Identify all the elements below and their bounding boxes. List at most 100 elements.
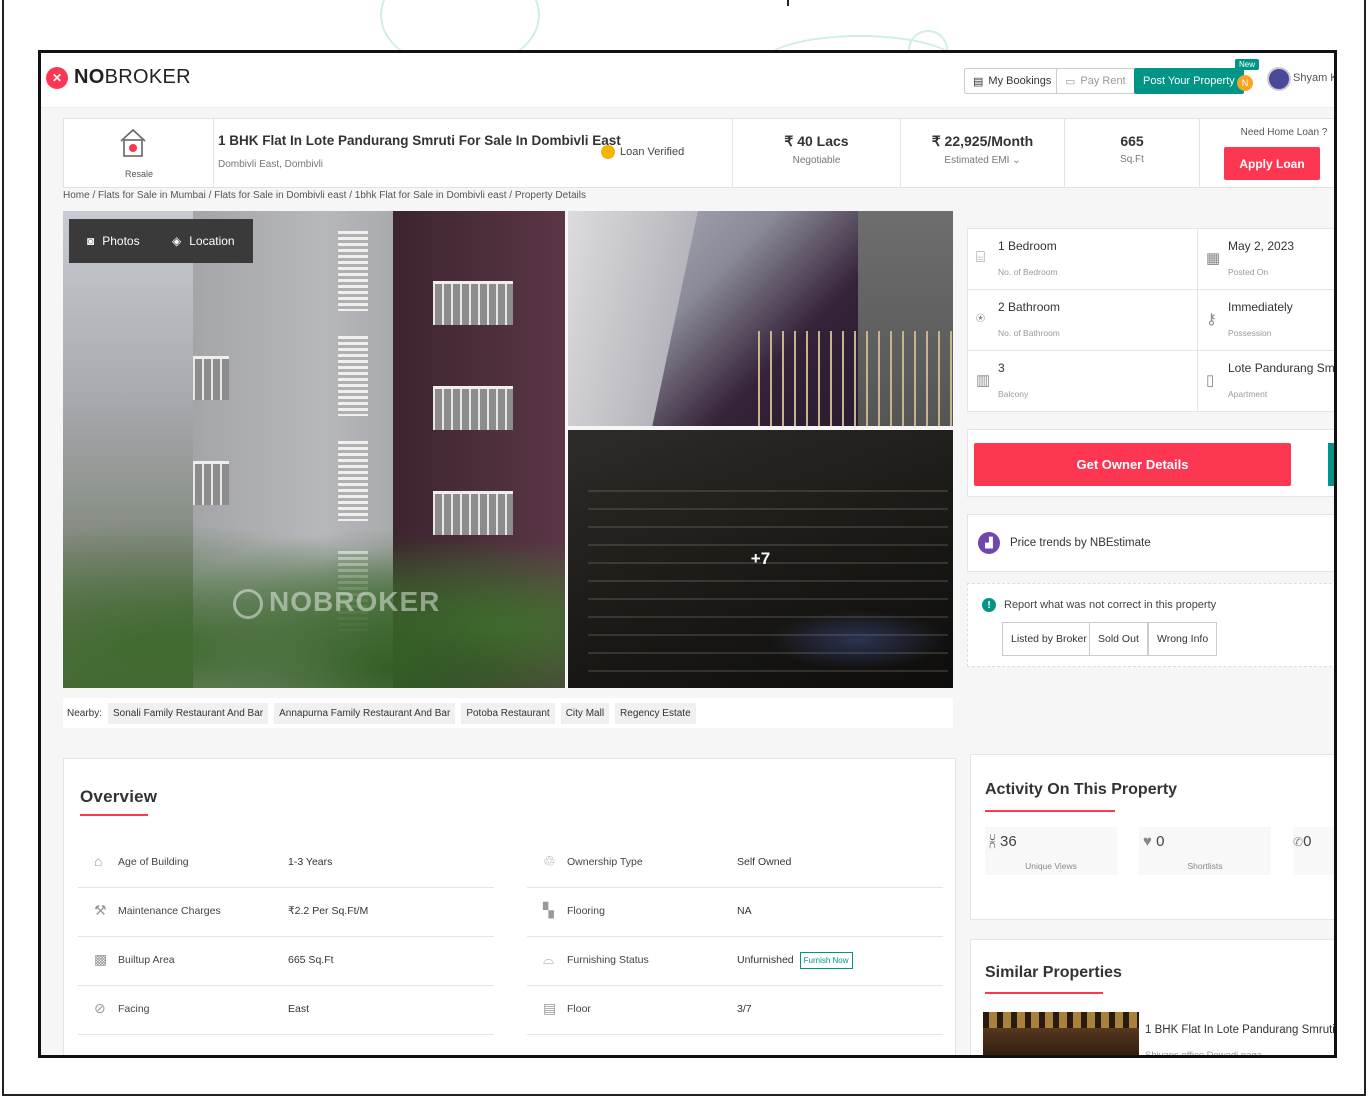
key-icon: ⚷ — [1206, 311, 1217, 328]
stat-value: ⩈ 36 — [989, 833, 1017, 850]
new-badge: New — [1235, 59, 1260, 70]
overview-value: NA — [737, 905, 752, 917]
spec-possession: ⚷ Immediately Possession — [1198, 290, 1334, 351]
main-photo[interactable]: NOBROKER ◙ Photos ◈ Location — [63, 211, 565, 688]
similar-property-name[interactable]: 1 BHK Flat In Lote Pandurang Smruti For … — [1145, 1024, 1334, 1036]
post-property-label: Post Your Property — [1143, 75, 1235, 87]
spec-posted-on: ▦ May 2, 2023 Posted On — [1198, 229, 1334, 290]
logo-text: NOBROKER — [74, 66, 191, 88]
spec-label: No. of Bedroom — [998, 267, 1058, 277]
location-button[interactable]: ◈ Location — [154, 219, 253, 263]
alert-icon: ! — [982, 598, 996, 612]
secondary-action-button[interactable] — [1328, 443, 1334, 486]
price-value: ₹ 40 Lacs — [784, 133, 849, 149]
location-label: Location — [189, 234, 235, 248]
overview-label: Floor — [567, 1003, 591, 1015]
overview-label: Ownership Type — [567, 856, 643, 868]
spec-value: 3 — [998, 361, 1005, 375]
phone-icon: ✆ — [1293, 835, 1304, 849]
compass-icon: ◈ — [172, 234, 182, 248]
price-trends-box[interactable]: ▟ Price trends by NBEstimate — [967, 514, 1334, 572]
overview-row: ▚ Flooring NA — [527, 888, 943, 937]
similar-property-thumbnail[interactable] — [983, 1012, 1139, 1055]
stat-label: Unique Views — [1025, 861, 1077, 871]
overview-label: Flooring — [567, 905, 605, 917]
username[interactable]: Shyam Kaj — [1293, 72, 1334, 84]
title-underline — [80, 814, 148, 816]
photos-label: Photos — [102, 234, 140, 248]
activity-title: Activity On This Property — [985, 781, 1178, 798]
camera-icon: ◙ — [87, 234, 95, 248]
spec-value: 2 Bathroom — [998, 300, 1061, 314]
resale-tag: Resale — [124, 169, 153, 179]
shortlists-stat: ♥ 0 Shortlists — [1139, 827, 1271, 875]
spec-label: Possession — [1228, 328, 1272, 338]
my-bookings-label: My Bookings — [988, 75, 1052, 87]
home-loan-question: Need Home Loan ? — [1240, 127, 1328, 138]
spec-value: 1 Bedroom — [998, 239, 1057, 253]
pay-rent-label: Pay Rent — [1080, 75, 1126, 87]
area-icon: ▩ — [94, 951, 108, 967]
flooring-icon: ▚ — [543, 902, 554, 918]
spec-label: Posted On — [1228, 267, 1269, 277]
building-icon: ▯ — [1206, 372, 1215, 389]
report-heading-label: Report what was not correct in this prop… — [1004, 599, 1217, 611]
emi-note: Estimated EMI ⌄ — [944, 155, 1021, 166]
overview-value: 3/7 — [737, 1003, 752, 1015]
balcony-image — [433, 386, 513, 430]
nearby-chip[interactable]: Regency Estate — [615, 702, 696, 724]
emi-cell[interactable]: ₹ 22,925/Month Estimated EMI ⌄ — [901, 119, 1065, 187]
property-title: 1 BHK Flat In Lote Pandurang Smruti For … — [218, 133, 621, 148]
balcony-image — [193, 356, 229, 400]
overview-section: Overview ⌂ Age of Building 1-3 Years ♲ O… — [63, 758, 956, 1055]
spec-balcony: ▥ 3 Balcony — [968, 351, 1198, 412]
maintenance-icon: ⚒ — [94, 902, 107, 918]
overview-row: ♲ Ownership Type Self Owned — [527, 839, 943, 888]
get-owner-details-button[interactable]: Get Owner Details — [974, 443, 1291, 486]
more-photos-count: +7 — [750, 549, 771, 568]
compass-icon: ⊘ — [94, 1000, 106, 1016]
wrong-info-button[interactable]: Wrong Info — [1148, 622, 1218, 656]
wall-image — [568, 211, 698, 426]
spec-value: Immediately — [1228, 300, 1293, 314]
overview-row: ⊘ Facing East — [78, 986, 494, 1035]
overview-label: Builtup Area — [118, 954, 175, 966]
owner-details-box: Get Owner Details — [967, 429, 1334, 497]
balcony-image — [433, 281, 513, 325]
overview-value: ₹2.2 Per Sq.Ft/M — [288, 905, 369, 917]
nobroker-logo[interactable]: ✕ NOBROKER — [46, 66, 191, 89]
louver-image — [338, 336, 368, 416]
furnish-now-button[interactable]: Furnish Now — [799, 952, 853, 969]
nearby-chip[interactable]: Potoba Restaurant — [461, 702, 555, 724]
building-age-icon: ⌂ — [94, 853, 103, 869]
sold-out-button[interactable]: Sold Out — [1089, 622, 1148, 656]
balcony-icon: ▥ — [976, 372, 991, 389]
breadcrumb[interactable]: Home / Flats for Sale in Mumbai / Flats … — [63, 190, 586, 201]
overview-value: Self Owned — [737, 856, 792, 868]
listed-by-broker-button[interactable]: Listed by Broker — [1002, 622, 1096, 656]
title-underline — [985, 810, 1115, 812]
title-underline — [985, 992, 1103, 994]
overview-value: 1-3 Years — [288, 856, 333, 868]
nb-coin-icon[interactable]: N — [1237, 75, 1253, 91]
overview-label: Furnishing Status — [567, 954, 649, 966]
house-icon — [120, 128, 146, 157]
apply-loan-button[interactable]: Apply Loan — [1224, 147, 1320, 180]
my-bookings-button[interactable]: ▤ My Bookings — [964, 68, 1061, 94]
post-property-button[interactable]: Post Your Property — [1134, 68, 1244, 94]
photos-button[interactable]: ◙ Photos — [69, 219, 158, 263]
gallery-photo[interactable] — [568, 211, 953, 426]
chart-icon: ▟ — [978, 532, 1000, 554]
browser-screen: ✕ NOBROKER ▤ My Bookings ▭ Pay Rent Post… — [38, 50, 1337, 1058]
nearby-chip[interactable]: Sonali Family Restaurant And Bar — [108, 702, 269, 724]
resale-cell: Resale — [64, 119, 214, 187]
pay-rent-button[interactable]: ▭ Pay Rent — [1056, 68, 1135, 94]
nearby-chip[interactable]: City Mall — [560, 702, 610, 724]
watermark: NOBROKER — [233, 586, 440, 619]
area-value: 665 — [1120, 133, 1144, 149]
avatar[interactable] — [1267, 67, 1291, 91]
loan-verified-label: Loan Verified — [620, 146, 685, 158]
gallery-photo-more[interactable]: +7 — [568, 430, 953, 688]
price-note: Negotiable — [792, 155, 841, 166]
nearby-chip[interactable]: Annapurna Family Restaurant And Bar — [274, 702, 456, 724]
